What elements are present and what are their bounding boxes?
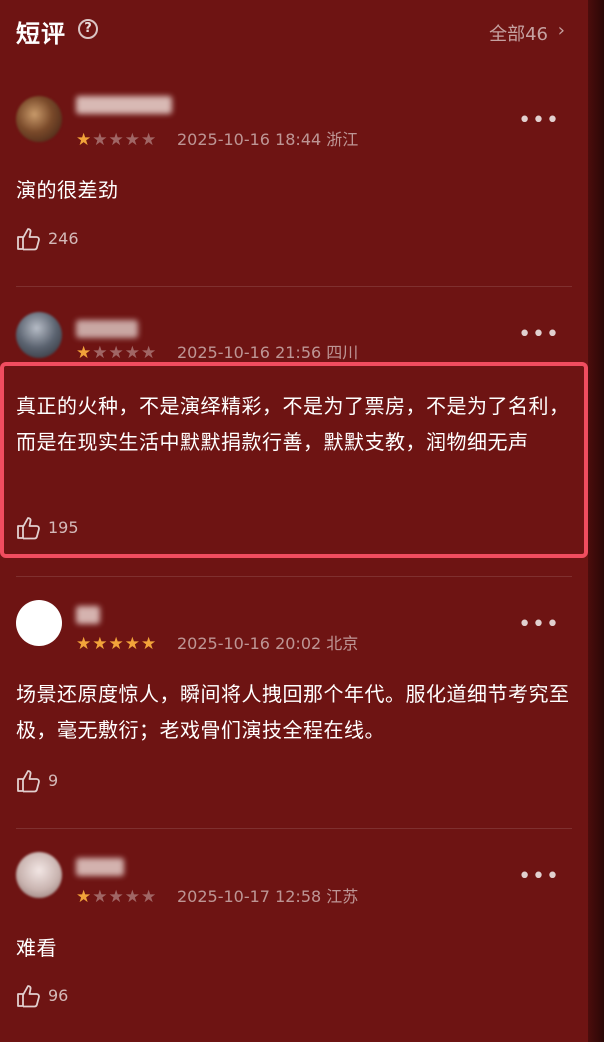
divider — [16, 576, 572, 577]
review-location: 浙江 — [326, 130, 359, 149]
review-location: 四川 — [326, 343, 359, 362]
scroll-edge — [588, 0, 604, 1042]
section-title: 短评 — [16, 20, 66, 48]
review-date: 2025-10-17 12:58 — [177, 887, 322, 906]
review-meta: 2025-10-17 12:58 江苏 — [177, 888, 358, 906]
star-rating: ★★★★★ — [76, 634, 158, 654]
review-text: 场景还原度惊人，瞬间将人拽回那个年代。服化道细节考究至极，毫无敷衍；老戏骨们演技… — [16, 682, 570, 742]
chevron-right-icon[interactable]: › — [558, 20, 565, 41]
review-meta: 2025-10-16 21:56 四川 — [177, 344, 358, 362]
avatar[interactable] — [16, 312, 62, 358]
review-date: 2025-10-16 20:02 — [177, 634, 322, 653]
help-icon[interactable]: ? — [78, 19, 98, 39]
all-reviews-link[interactable]: 全部46 — [489, 20, 548, 46]
more-options-icon[interactable]: ••• — [518, 324, 560, 346]
reviews-panel: 短评 ? 全部46 › ★★★★★ 2025-10-16 18:44 浙江 ••… — [0, 0, 588, 1042]
section-header: 短评 ? 全部46 › — [0, 0, 588, 64]
highlight-box — [0, 362, 588, 558]
avatar[interactable] — [16, 600, 62, 646]
review-date: 2025-10-16 18:44 — [177, 130, 322, 149]
like-count: 9 — [48, 771, 59, 790]
review-date: 2025-10-16 21:56 — [177, 343, 322, 362]
review-meta: 2025-10-16 18:44 浙江 — [177, 131, 358, 149]
more-options-icon[interactable]: ••• — [518, 614, 560, 636]
star-rating: ★★★★★ — [76, 130, 158, 150]
review-text: 难看 — [16, 936, 57, 960]
review-location: 北京 — [326, 634, 359, 653]
avatar[interactable] — [16, 96, 62, 142]
username-blurred[interactable] — [76, 606, 100, 624]
thumbs-up-icon — [17, 770, 40, 793]
review-text: 演的很差劲 — [16, 178, 119, 202]
like-count: 246 — [48, 229, 79, 248]
thumbs-up-icon — [17, 985, 40, 1008]
star-rating: ★★★★★ — [76, 343, 158, 363]
review-meta: 2025-10-16 20:02 北京 — [177, 635, 358, 653]
review-location: 江苏 — [326, 887, 359, 906]
avatar[interactable] — [16, 852, 62, 898]
like-count: 96 — [48, 986, 69, 1005]
more-options-icon[interactable]: ••• — [518, 866, 560, 888]
star-rating: ★★★★★ — [76, 887, 158, 907]
username-blurred[interactable] — [76, 96, 172, 114]
more-options-icon[interactable]: ••• — [518, 110, 560, 132]
divider — [16, 828, 572, 829]
divider — [16, 286, 572, 287]
username-blurred[interactable] — [76, 858, 124, 876]
thumbs-up-icon — [17, 228, 40, 251]
username-blurred[interactable] — [76, 320, 138, 338]
